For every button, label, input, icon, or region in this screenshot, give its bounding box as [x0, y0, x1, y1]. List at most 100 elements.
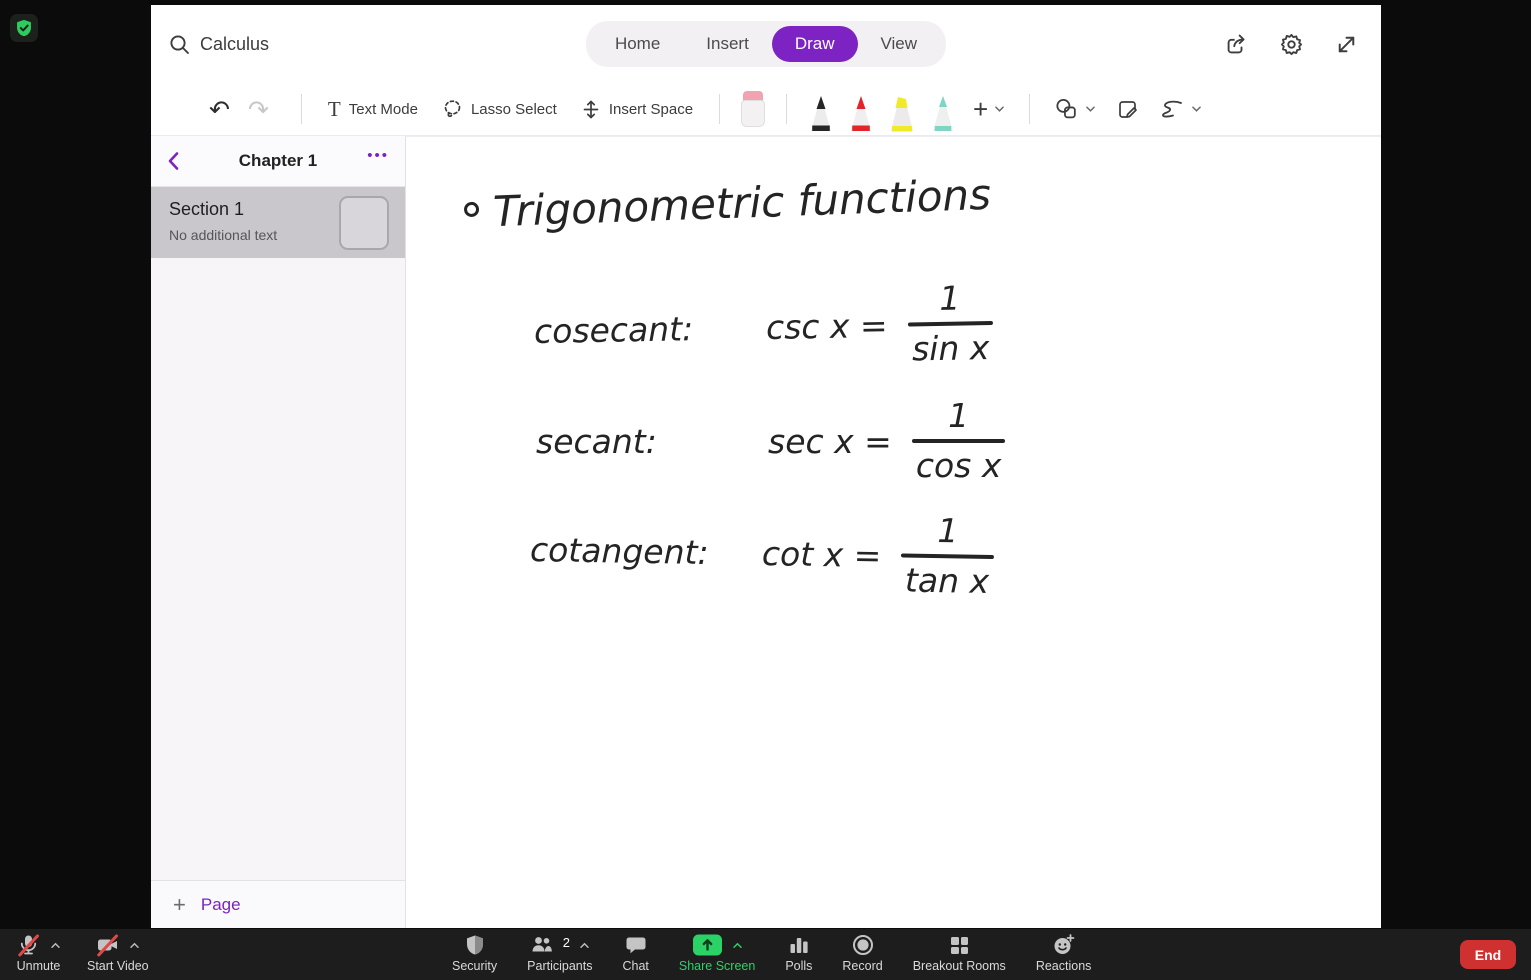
more-options-icon[interactable]: •••	[367, 147, 389, 164]
page-thumbnail	[339, 196, 389, 250]
chevron-up-icon[interactable]	[129, 942, 140, 949]
share-icon[interactable]	[1224, 32, 1249, 57]
meeting-info-badge[interactable]	[10, 14, 38, 42]
formula-cotangent: cotangent: cot x = 1 tan x	[529, 507, 994, 601]
fraction: 1 cos x	[911, 396, 1006, 483]
undo-button[interactable]: ↶	[209, 97, 230, 122]
shapes-icon	[1056, 98, 1076, 119]
record-icon	[852, 935, 873, 955]
chevron-up-icon[interactable]	[579, 942, 590, 949]
add-pen-button[interactable]: +	[973, 96, 1005, 122]
settings-gear-icon[interactable]	[1279, 32, 1304, 57]
tab-home[interactable]: Home	[592, 26, 683, 62]
search-icon	[170, 34, 189, 54]
yellow-highlighter-tool[interactable]	[888, 95, 916, 135]
polls-button[interactable]: Polls	[785, 935, 812, 973]
lasso-select-button[interactable]: Lasso Select	[442, 99, 557, 120]
ribbon-separator	[1029, 94, 1031, 124]
reactions-smiley-icon	[1054, 934, 1075, 954]
ribbon-separator	[719, 94, 721, 124]
note-pen-icon	[1119, 100, 1138, 118]
record-label: Record	[842, 959, 883, 973]
bullet-circle	[463, 201, 480, 218]
breakout-rooms-button[interactable]: Breakout Rooms	[913, 935, 1006, 973]
chevron-up-icon[interactable]	[732, 942, 743, 949]
insert-space-label: Insert Space	[608, 100, 694, 118]
security-shield-icon	[466, 935, 483, 955]
insert-space-button[interactable]: Insert Space	[581, 99, 693, 120]
participants-count: 2	[562, 934, 570, 950]
red-pen-tool[interactable]	[848, 95, 874, 135]
chevron-up-icon[interactable]	[50, 942, 61, 949]
polls-label: Polls	[785, 959, 813, 973]
fraction-bar	[911, 438, 1006, 443]
tab-view[interactable]: View	[858, 26, 941, 62]
pages-sidebar: Chapter 1 ••• Section 1 No additional te…	[151, 136, 406, 928]
formula-label: cotangent:	[529, 529, 709, 572]
add-page-button[interactable]: + Page	[151, 880, 405, 928]
formula-lhs: csc x =	[765, 305, 888, 347]
search-value: Calculus	[200, 33, 270, 54]
draw-ribbon: ↶ ↷ T Text Mode Lasso Select Insert Spac…	[151, 83, 1381, 136]
formula-label: cosecant:	[533, 308, 694, 351]
redo-button[interactable]: ↷	[248, 97, 269, 122]
shared-app-window: Calculus Home Insert Draw View ↶ ↷ T Tex…	[151, 5, 1381, 928]
sidebar-header: Chapter 1 •••	[151, 136, 405, 187]
eraser-tool[interactable]	[740, 91, 766, 127]
share-screen-label: Share Screen	[678, 959, 756, 973]
security-label: Security	[452, 959, 498, 973]
end-meeting-button[interactable]: End	[1460, 940, 1516, 969]
text-mode-label: Text Mode	[348, 100, 418, 118]
lasso-select-label: Lasso Select	[470, 100, 557, 118]
tab-insert[interactable]: Insert	[683, 26, 772, 62]
fullscreen-expand-icon[interactable]	[1334, 32, 1359, 57]
handwritten-title: Trigonometric functions	[463, 169, 992, 237]
ribbon-separator	[786, 94, 788, 124]
meeting-actions: Security 2 Participants Chat Share Scree…	[452, 934, 1091, 973]
start-video-label: Start Video	[87, 959, 149, 973]
back-chevron-icon[interactable]	[167, 151, 180, 171]
breakout-rooms-icon	[950, 937, 968, 954]
black-pen-tool[interactable]	[808, 95, 834, 135]
teal-pen-tool[interactable]	[930, 95, 956, 135]
ink-to-shape-button[interactable]	[1159, 99, 1202, 119]
text-mode-icon: T	[327, 96, 341, 121]
fraction-numerator: 1	[948, 396, 970, 435]
chat-label: Chat	[622, 959, 649, 973]
add-page-label: Page	[200, 894, 241, 914]
meeting-control-bar: Unmute Start Video Security 2 Participan…	[0, 929, 1531, 980]
fraction-denominator: tan x	[904, 560, 990, 601]
drawing-canvas[interactable]: Trigonometric functions cosecant: csc x …	[406, 136, 1381, 928]
share-screen-button[interactable]: Share Screen	[679, 934, 755, 973]
text-mode-button[interactable]: T Text Mode	[328, 97, 418, 122]
unmute-button[interactable]: Unmute	[16, 933, 61, 973]
formula-cosecant: cosecant: csc x = 1 sin x	[533, 279, 994, 373]
note-annotate-button[interactable]	[1116, 98, 1139, 121]
security-button[interactable]: Security	[452, 934, 497, 973]
shield-check-icon	[17, 19, 31, 37]
chevron-down-icon	[1192, 106, 1202, 112]
record-button[interactable]: Record	[842, 934, 883, 973]
chat-button[interactable]: Chat	[622, 935, 649, 973]
chat-bubble-icon	[626, 937, 646, 954]
fraction-denominator: sin x	[911, 327, 990, 369]
reactions-button[interactable]: Reactions	[1036, 934, 1091, 973]
camera-off-icon	[95, 933, 120, 957]
fraction-bar	[907, 320, 993, 327]
ribbon-separator	[300, 94, 302, 124]
page-list-item-selected[interactable]: Section 1 No additional text	[151, 187, 405, 258]
start-video-button[interactable]: Start Video	[87, 933, 149, 973]
fraction: 1 sin x	[907, 279, 994, 369]
polls-bar-chart-icon	[790, 938, 808, 953]
formula-lhs: cot x =	[761, 533, 882, 575]
tab-draw[interactable]: Draw	[771, 26, 858, 62]
shapes-button[interactable]	[1054, 97, 1096, 121]
notebook-search[interactable]: Calculus	[169, 5, 269, 83]
participants-button[interactable]: 2 Participants	[527, 934, 592, 974]
ribbon-tabbar: Home Insert Draw View	[585, 21, 947, 67]
participants-icon	[532, 937, 552, 952]
unmute-label: Unmute	[16, 959, 61, 973]
notebook-section-title: Chapter 1	[238, 151, 318, 170]
handwritten-title-text: Trigonometric functions	[492, 169, 992, 237]
share-screen-icon	[692, 934, 722, 956]
